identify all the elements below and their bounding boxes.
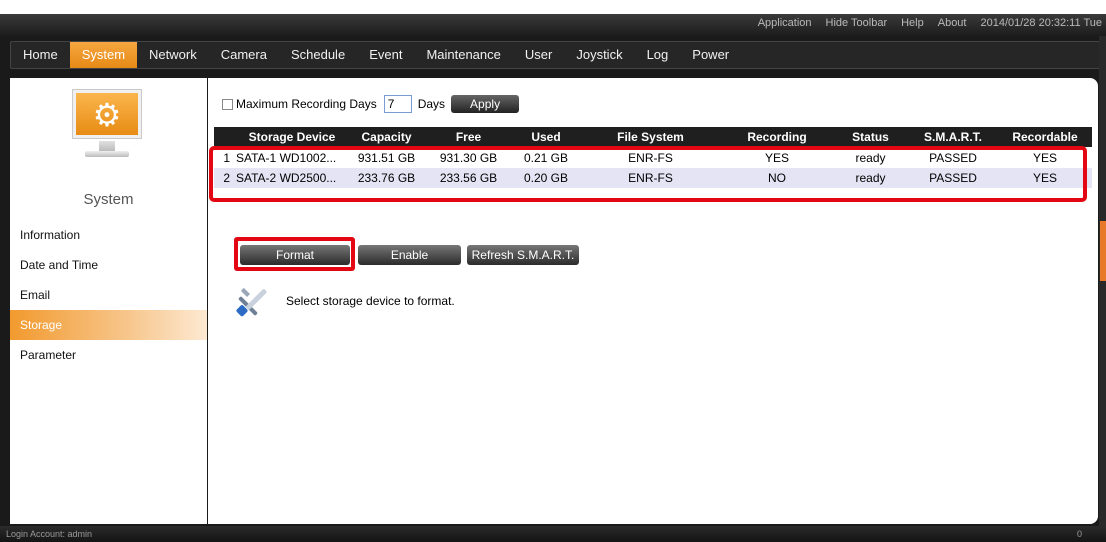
right-edge-tab[interactable] [1100,221,1106,281]
application-link[interactable]: Application [758,17,812,29]
col-status[interactable]: Status [833,130,908,144]
nav-schedule[interactable]: Schedule [279,42,357,68]
settings-monitor-icon: ⚙ [67,90,147,172]
max-recording-days-row: Maximum Recording Days 7 Days Apply [222,95,520,113]
nav-power[interactable]: Power [680,42,741,68]
main-nav-bar: Home System Network Camera Schedule Even… [0,36,1106,74]
tools-icon [236,288,267,317]
sidebar-title: System [83,191,134,208]
nav-log[interactable]: Log [635,42,681,68]
status-bar: Login Account: admin 0 [0,526,1106,542]
format-hint: Select storage device to format. [234,284,455,318]
storage-table: Storage Device Capacity Free Used File S… [208,127,1098,188]
table-header: Storage Device Capacity Free Used File S… [214,127,1092,147]
sidebar-item-storage[interactable]: Storage [10,310,207,340]
apply-button[interactable]: Apply [451,95,520,113]
col-recording[interactable]: Recording [721,130,833,144]
storage-actions: Format Enable Refresh S.M.A.R.T. [238,245,585,265]
format-hint-text: Select storage device to format. [286,294,455,308]
top-toolbar: Application Hide Toolbar Help About 2014… [0,14,1106,36]
nav-event[interactable]: Event [357,42,414,68]
gear-icon: ⚙ [92,97,122,133]
sidebar-item-date-and-time[interactable]: Date and Time [10,250,207,280]
sidebar-item-parameter[interactable]: Parameter [10,340,207,370]
sidebar: ⚙ System Information Date and Time Email… [10,78,207,524]
datetime-display: 2014/01/28 20:32:11 Tue [980,17,1102,29]
sidebar-item-information[interactable]: Information [10,220,207,250]
nav-user[interactable]: User [513,42,564,68]
help-link[interactable]: Help [901,17,924,29]
top-strip [0,0,1106,14]
login-account: Login Account: admin [6,529,93,539]
nav-network[interactable]: Network [137,42,209,68]
sidebar-menu: Information Date and Time Email Storage … [10,220,207,370]
enable-button[interactable]: Enable [358,245,461,265]
days-label: Days [417,97,446,111]
status-counter: 0 [1076,529,1082,539]
nav-camera[interactable]: Camera [209,42,279,68]
col-used[interactable]: Used [512,130,580,144]
col-free[interactable]: Free [425,130,512,144]
col-smart[interactable]: S.M.A.R.T. [908,130,998,144]
nav-maintenance[interactable]: Maintenance [414,42,512,68]
format-button[interactable]: Format [240,245,350,265]
nav-system[interactable]: System [69,42,138,68]
storage-panel: Maximum Recording Days 7 Days Apply Stor… [208,78,1098,524]
col-file-system[interactable]: File System [580,130,721,144]
hide-toolbar-link[interactable]: Hide Toolbar [826,17,888,29]
col-capacity[interactable]: Capacity [348,130,425,144]
nav-home[interactable]: Home [11,42,70,68]
max-recording-days-checkbox[interactable] [222,98,233,110]
refresh-smart-button[interactable]: Refresh S.M.A.R.T. [467,245,579,265]
about-link[interactable]: About [938,17,967,29]
col-storage-device[interactable]: Storage Device [236,130,348,144]
max-recording-days-input[interactable]: 7 [383,95,412,113]
col-recordable[interactable]: Recordable [998,130,1092,144]
table-row[interactable]: 2 SATA-2 WD2500... 233.76 GB 233.56 GB 0… [214,168,1092,188]
nav-joystick[interactable]: Joystick [564,42,634,68]
max-recording-days-label: Maximum Recording Days [236,97,377,111]
table-row[interactable]: 1 SATA-1 WD1002... 931.51 GB 931.30 GB 0… [214,148,1092,168]
sidebar-item-email[interactable]: Email [10,280,207,310]
right-edge-bar [1099,36,1106,526]
